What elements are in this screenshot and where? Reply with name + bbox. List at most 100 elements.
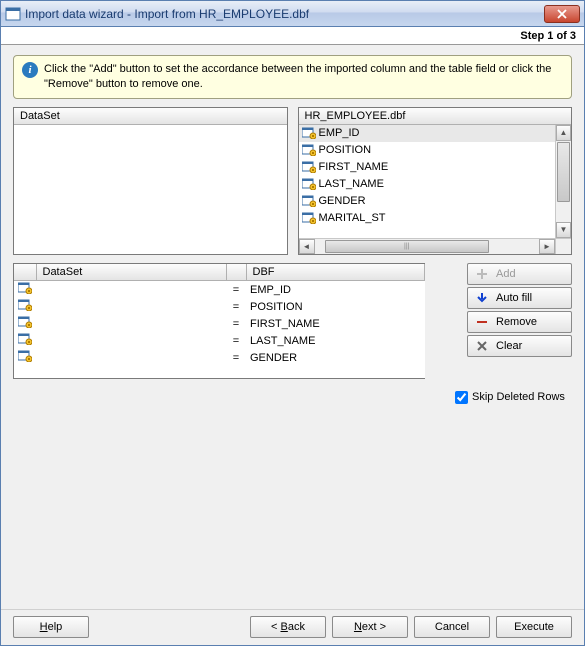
mapping-row-item[interactable]: =POSITION (14, 298, 425, 315)
dbf-column-item[interactable]: EMP_ID (299, 125, 556, 142)
dbf-column-name: EMP_ID (319, 127, 360, 139)
field-icon (18, 316, 32, 328)
step-label: Step 1 of 3 (1, 27, 584, 45)
mapping-dbf-cell: FIRST_NAME (246, 315, 425, 332)
horizontal-scroll-thumb[interactable]: ||| (325, 240, 490, 253)
skip-deleted-checkbox[interactable] (455, 391, 468, 404)
field-icon (302, 212, 316, 224)
panels-row: DataSet HR_EMPLOYEE.dbf EMP_ID POSITION FI… (13, 107, 572, 255)
mapping-table[interactable]: DataSet DBF =EMP_ID=POSITION=FIRST_NAME=… (13, 263, 425, 379)
help-button[interactable]: Help (13, 616, 89, 638)
scroll-up-button[interactable]: ▲ (556, 125, 571, 141)
clear-button[interactable]: Clear (467, 335, 572, 357)
info-text: Click the "Add" button to set the accord… (44, 62, 563, 92)
mapping-dbf-cell: EMP_ID (246, 281, 425, 299)
dataset-panel-body[interactable] (14, 125, 287, 254)
dbf-column-name: MARITAL_ST (319, 212, 386, 224)
next-button[interactable]: Next > (332, 616, 408, 638)
autofill-button-label: Auto fill (496, 292, 532, 304)
horizontal-scrollbar[interactable]: ◄ ||| ► (299, 238, 556, 254)
close-icon (557, 9, 567, 19)
mapping-row-item[interactable]: =FIRST_NAME (14, 315, 425, 332)
equals-sign: = (226, 298, 246, 315)
mapping-dbf-cell: GENDER (246, 349, 425, 366)
field-icon (302, 161, 316, 173)
mapping-dbf-cell: LAST_NAME (246, 332, 425, 349)
dbf-column-item[interactable]: MARITAL_ST (299, 210, 556, 227)
dbf-column-list[interactable]: EMP_ID POSITION FIRST_NAME LAST_NAME GENDER M… (299, 125, 556, 238)
info-icon: i (22, 62, 38, 78)
mapping-row-item[interactable]: =EMP_ID (14, 281, 425, 299)
arrow-down-icon (476, 292, 488, 304)
equals-sign: = (226, 315, 246, 332)
vertical-scroll-thumb[interactable] (557, 142, 570, 202)
content: i Click the "Add" button to set the acco… (1, 45, 584, 609)
app-icon (5, 6, 21, 22)
wizard-window: Import data wizard - Import from HR_EMPL… (0, 0, 585, 646)
scroll-down-button[interactable]: ▼ (556, 222, 571, 238)
mapping-dataset-cell (36, 298, 226, 315)
mapping-dataset-cell (36, 349, 226, 366)
back-button[interactable]: < Back (250, 616, 326, 638)
field-icon (18, 282, 32, 294)
equals-sign: = (226, 349, 246, 366)
dataset-panel-header: DataSet (14, 108, 287, 125)
skip-deleted-label[interactable]: Skip Deleted Rows (472, 391, 565, 403)
mapping-dataset-cell (36, 281, 226, 299)
close-button[interactable] (544, 5, 580, 23)
equals-sign: = (226, 281, 246, 299)
info-banner: i Click the "Add" button to set the acco… (13, 55, 572, 99)
minus-icon (476, 316, 488, 328)
field-icon (302, 127, 316, 139)
remove-button-label: Remove (496, 316, 537, 328)
dbf-column-name: POSITION (319, 144, 372, 156)
horizontal-scroll-track[interactable]: ||| (315, 239, 540, 254)
autofill-button[interactable]: Auto fill (467, 287, 572, 309)
mapping-header-dataset[interactable]: DataSet (36, 264, 226, 281)
scroll-right-button[interactable]: ► (539, 239, 555, 254)
cancel-button[interactable]: Cancel (414, 616, 490, 638)
field-icon (302, 144, 316, 156)
field-icon (18, 350, 32, 362)
add-button[interactable]: Add (467, 263, 572, 285)
plus-icon (476, 268, 488, 280)
mapping-header-dbf[interactable]: DBF (246, 264, 425, 281)
mapping-dataset-cell (36, 332, 226, 349)
vertical-scrollbar[interactable]: ▲ ▼ (555, 125, 571, 238)
dbf-column-item[interactable]: LAST_NAME (299, 176, 556, 193)
button-bar: Help < Back Next > Cancel Execute (1, 609, 584, 645)
execute-button[interactable]: Execute (496, 616, 572, 638)
mapping-dataset-cell (36, 315, 226, 332)
dbf-column-item[interactable]: POSITION (299, 142, 556, 159)
dbf-panel-body: EMP_ID POSITION FIRST_NAME LAST_NAME GENDER M… (299, 125, 572, 254)
field-icon (302, 178, 316, 190)
equals-sign: = (226, 332, 246, 349)
remove-button[interactable]: Remove (467, 311, 572, 333)
scroll-left-button[interactable]: ◄ (299, 239, 315, 254)
spacer (13, 412, 572, 599)
mapping-dbf-cell: POSITION (246, 298, 425, 315)
add-button-label: Add (496, 268, 516, 280)
mapping-row-item[interactable]: =LAST_NAME (14, 332, 425, 349)
dbf-panel: HR_EMPLOYEE.dbf EMP_ID POSITION FIRST_NAME… (298, 107, 573, 255)
titlebar: Import data wizard - Import from HR_EMPL… (1, 1, 584, 27)
field-icon (18, 299, 32, 311)
dataset-panel: DataSet (13, 107, 288, 255)
help-rest: elp (48, 621, 63, 633)
field-icon (302, 195, 316, 207)
skip-deleted-row: Skip Deleted Rows (455, 391, 572, 404)
dbf-column-item[interactable]: FIRST_NAME (299, 159, 556, 176)
cross-icon (476, 340, 488, 352)
action-buttons: Add Auto fill Remove Clear (467, 263, 572, 379)
clear-button-label: Clear (496, 340, 522, 352)
dbf-column-name: GENDER (319, 195, 366, 207)
scroll-corner (555, 238, 571, 254)
field-icon (18, 333, 32, 345)
dbf-column-name: FIRST_NAME (319, 161, 389, 173)
window-title: Import data wizard - Import from HR_EMPL… (25, 7, 544, 21)
mapping-row-item[interactable]: =GENDER (14, 349, 425, 366)
mapping-row: DataSet DBF =EMP_ID=POSITION=FIRST_NAME=… (13, 263, 572, 379)
dbf-column-name: LAST_NAME (319, 178, 384, 190)
dbf-column-item[interactable]: GENDER (299, 193, 556, 210)
dbf-panel-header: HR_EMPLOYEE.dbf (299, 108, 572, 125)
